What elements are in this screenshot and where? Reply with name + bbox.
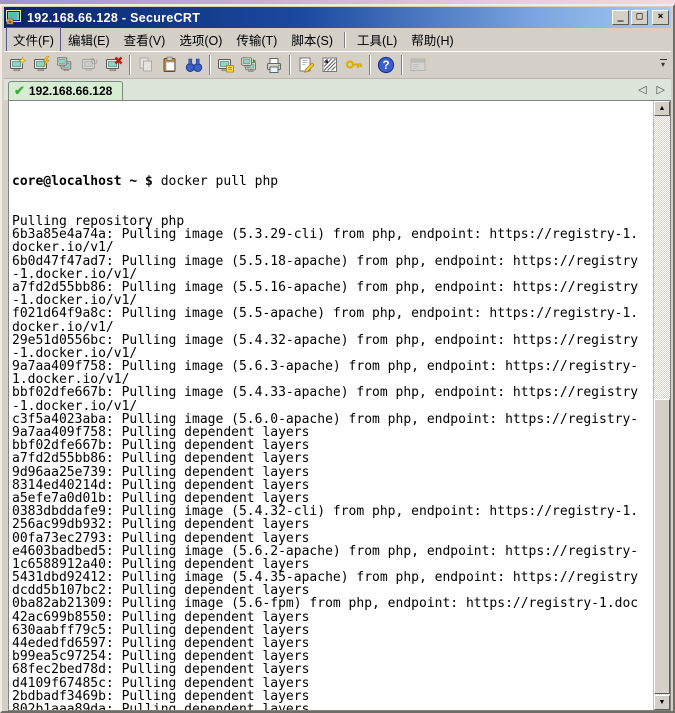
shell-command: docker pull php [161,174,278,189]
tab-scroll-left-icon[interactable]: ◁ [638,83,646,96]
key-generator-icon[interactable] [342,54,366,77]
terminal-line: 9d96aa25e739: Pulling dependent layers [12,466,653,479]
terminal-line: 256ac99db932: Pulling dependent layers [12,518,653,531]
toolbar-separator [369,55,371,75]
find-icon[interactable] [182,54,206,77]
print-icon[interactable] [262,54,286,77]
terminal-line: e4603badbed5: Pulling image (5.6.2-apach… [12,545,653,558]
menu-bar: 文件(F)编辑(E)查看(V)选项(O)传输(T)脚本(S) 工具(L)帮助(H) [4,28,671,51]
toolbar-separator [289,55,291,75]
terminal-line: 8314ed40214d: Pulling dependent layers [12,479,653,492]
terminal-line: 68fec2bed78d: Pulling dependent layers [12,663,653,676]
terminal-line: -1.docker.io/v1/ [12,268,653,281]
connect-in-tab-icon[interactable] [54,54,78,77]
terminal-pane: core@localhost ~ $ docker pull php Pulli… [8,100,671,711]
tab-scroll-right-icon[interactable]: ▷ [657,83,665,96]
menu-item-help[interactable]: 帮助(H) [404,27,460,52]
terminal-line: 42ac699b8550: Pulling dependent layers [12,611,653,624]
terminal-line: 6b0d47f47ad7: Pulling image (5.5.18-apac… [12,255,653,268]
menu-separator [344,32,346,48]
paste-icon[interactable] [158,54,182,77]
terminal-line: d4109f67485c: Pulling dependent layers [12,677,653,690]
terminal-line: docker.io/v1/ [12,241,653,254]
menu-item-file[interactable]: 文件(F) [6,27,61,52]
terminal-line: docker.io/v1/ [12,321,653,334]
global-options-icon[interactable] [318,54,342,77]
scrollbar-down-icon[interactable]: ▼ [654,695,670,710]
terminal-line: bbf02dfe667b: Pulling image (5.4.33-apac… [12,386,653,399]
title-bar[interactable]: 192.168.66.128 - SecureCRT _ □ × [4,7,671,28]
terminal-line: 2bdbadf3469b: Pulling dependent layers [12,690,653,703]
session-tab[interactable]: ✔ 192.168.66.128 [8,81,123,100]
disconnect-icon[interactable] [102,54,126,77]
svg-text:?: ? [382,60,389,72]
scrollbar-up-icon[interactable]: ▲ [654,101,670,116]
terminal-screen[interactable]: core@localhost ~ $ docker pull php Pulli… [9,101,653,710]
menu-item-edit[interactable]: 编辑(E) [61,27,117,52]
maximize-button[interactable]: □ [631,10,648,25]
scrollbar-thumb[interactable] [654,399,670,694]
help-icon[interactable]: ? [374,54,398,77]
toolbar: ↻? ▾ [4,51,671,78]
terminal-output: Pulling repository php6b3a85e4a74a: Pull… [12,215,653,710]
menu-item-transfer[interactable]: 传输(T) [229,27,284,52]
terminal-line: 00fa73ec2793: Pulling dependent layers [12,532,653,545]
toolbar-overflow-button[interactable]: ▾ [657,56,669,74]
menu-item-view[interactable]: 查看(V) [117,27,173,52]
tab-bar: ✔ 192.168.66.128 ◁ ▷ [4,78,671,100]
close-button[interactable]: × [652,10,669,25]
reconnect-icon: ↻ [78,54,102,77]
minimize-button[interactable]: _ [612,10,629,25]
terminal-scrollbar[interactable]: ▲ ▼ [653,101,670,710]
quick-connect-icon[interactable] [6,54,30,77]
log-session-icon[interactable] [214,54,238,77]
menu-item-script[interactable]: 脚本(S) [284,27,340,52]
securecrt-window: 192.168.66.128 - SecureCRT _ □ × 文件(F)编辑… [0,4,675,713]
terminal-line: 802b1aaa89da: Pulling dependent layers [12,703,653,710]
terminal-line: 29e51d0556bc: Pulling image (5.4.32-apac… [12,334,653,347]
menu-item-tools[interactable]: 工具(L) [350,27,404,52]
toolbar-separator [129,55,131,75]
terminal-line: a7fd2d55bb86: Pulling dependent layers [12,452,653,465]
terminal-line: 0ba82ab21309: Pulling image (5.6-fpm) fr… [12,597,653,610]
menu-item-options[interactable]: 选项(O) [172,27,229,52]
svg-text:↻: ↻ [90,57,98,68]
terminal-prompt-line: core@localhost ~ $ docker pull php [12,175,653,188]
terminal-line: f021d64f9a8c: Pulling image (5.5-apache)… [12,307,653,320]
session-tab-label: 192.168.66.128 [29,84,112,98]
session-options-icon[interactable] [294,54,318,77]
toolbar-separator [209,55,211,75]
toolbar-separator [401,55,403,75]
connect-icon[interactable] [30,54,54,77]
shell-prompt: core@localhost ~ $ [12,174,161,189]
window-title: 192.168.66.128 - SecureCRT [27,11,612,25]
session-manager-icon [406,54,430,77]
copy-icon [134,54,158,77]
clone-session-icon[interactable] [238,54,262,77]
connected-check-icon: ✔ [14,83,25,99]
app-icon [6,10,23,25]
terminal-line: -1.docker.io/v1/ [12,400,653,413]
